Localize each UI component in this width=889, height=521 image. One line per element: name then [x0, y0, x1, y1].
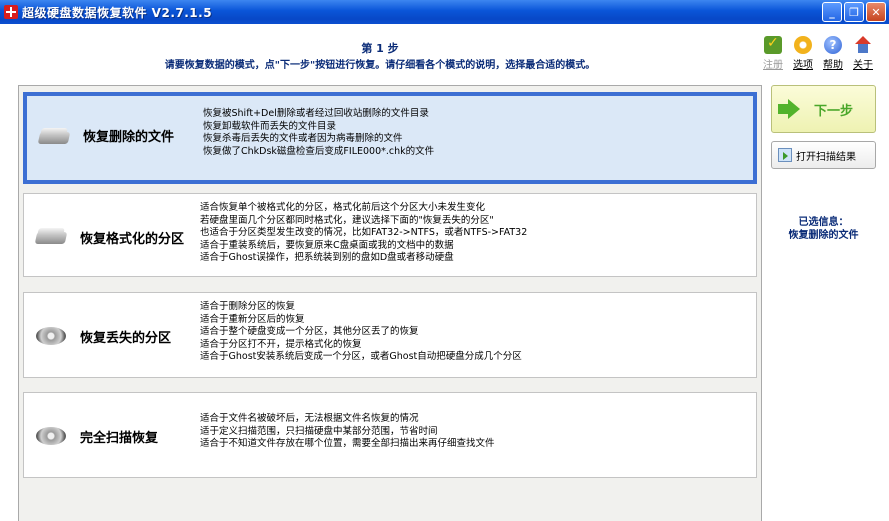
selected-info: 已选信息： 恢复删除的文件 — [771, 216, 876, 242]
description-line: 适合于Ghost安装系统后变成一个分区，或者Ghost自动把硬盘分成几个分区 — [200, 351, 522, 362]
register-label: 注册 — [763, 60, 783, 71]
selected-info-title: 已选信息： — [798, 217, 849, 228]
maximize-button[interactable]: ❐ — [844, 2, 864, 22]
mode-recover-lost-partition[interactable]: 恢复丢失的分区 适合于删除分区的恢复 适合于重新分区后的恢复 适合于整个硬盘变成… — [23, 292, 757, 378]
mode-name: 恢复格式化的分区 — [80, 232, 185, 247]
hard-disk-icon — [37, 126, 71, 148]
mode-recover-formatted[interactable]: 恢复格式化的分区 适合恢复单个被格式化的分区，格式化前后这个分区大小未发生变化 … — [23, 193, 757, 277]
description-line: 适合于分区打不开，提示格式化的恢复 — [200, 338, 362, 350]
about-home-icon — [854, 36, 872, 54]
mode-recover-deleted[interactable]: 恢复删除的文件 恢复被Shift+Del删除或者经过回收站删除的文件目录 恢复卸… — [23, 92, 757, 184]
action-panel: 下一步 打开扫描结果 已选信息： 恢复删除的文件 — [765, 85, 889, 521]
description-line: 适合于整个硬盘变成一个分区，其他分区丢了的恢复 — [200, 326, 419, 337]
mode-full-scan[interactable]: 完全扫描恢复 适合于文件名被破坏后，无法根据文件名恢复的情况 适于定义扫描范围，… — [23, 392, 757, 478]
window-controls: _ ❐ ✕ — [822, 2, 886, 22]
arrow-right-icon — [778, 99, 800, 119]
mode-description: 适合于删除分区的恢复 适合于重新分区后的恢复 适合于整个硬盘变成一个分区，其他分… — [200, 301, 522, 364]
description-line: 适合于Ghost误操作，把系统装到别的盘如D盘或者移动硬盘 — [200, 252, 454, 263]
next-step-button[interactable]: 下一步 — [771, 85, 876, 133]
open-scan-results-label: 打开扫描结果 — [796, 151, 856, 163]
mode-name: 恢复删除的文件 — [83, 130, 175, 145]
about-label: 关于 — [853, 60, 873, 71]
description-line: 适合于重新分区后的恢复 — [200, 313, 305, 325]
description-line: 恢复杀毒后丢失的文件或者因为病毒删除的文件 — [203, 133, 403, 144]
mode-name: 完全扫描恢复 — [80, 431, 159, 446]
mode-description: 适合恢复单个被格式化的分区，格式化前后这个分区大小未发生变化 若硬盘里面几个分区… — [200, 202, 527, 265]
help-icon: ? — [824, 36, 842, 54]
window-title: 超级硬盘数据恢复软件 V2.7.1.5 — [22, 5, 213, 20]
description-line: 适合于删除分区的恢复 — [200, 301, 296, 312]
minimize-button[interactable]: _ — [822, 2, 842, 22]
description-line: 适合于文件名被破坏后，无法根据文件名恢复的情况 — [200, 413, 419, 424]
app-icon — [4, 5, 18, 19]
hard-disk-platter-icon — [36, 325, 68, 347]
description-line: 适合于不知道文件存放在哪个位置，需要全部扫描出来再仔细查找文件 — [200, 438, 495, 449]
hard-disk-icon — [34, 226, 68, 248]
selected-info-value: 恢复删除的文件 — [788, 230, 859, 241]
mode-list: 恢复删除的文件 恢复被Shift+Del删除或者经过回收站删除的文件目录 恢复卸… — [18, 85, 762, 521]
hard-disk-platter-icon — [36, 425, 68, 447]
description-line: 适合恢复单个被格式化的分区，格式化前后这个分区大小未发生变化 — [200, 202, 486, 213]
mode-name: 恢复丢失的分区 — [80, 331, 172, 346]
mode-description: 恢复被Shift+Del删除或者经过回收站删除的文件目录 恢复卸载软件而丢失的文… — [203, 108, 434, 158]
toolbar: 注册 选项 ? 帮助 关于 — [761, 35, 875, 71]
options-label: 选项 — [793, 60, 813, 71]
title-bar: 超级硬盘数据恢复软件 V2.7.1.5 _ ❐ ✕ — [0, 0, 889, 24]
next-step-label: 下一步 — [814, 103, 854, 119]
description-line: 恢复做了ChkDsk磁盘检查后变成FILE000*.chk的文件 — [203, 145, 435, 157]
description-line: 恢复卸载软件而丢失的文件目录 — [203, 120, 337, 132]
mode-description: 适合于文件名被破坏后，无法根据文件名恢复的情况 适于定义扫描范围，只扫描硬盘中某… — [200, 413, 495, 451]
description-line: 也适合于分区类型发生改变的情况，比如FAT32->NTFS，或者NTFS->FA… — [200, 227, 528, 238]
open-scan-results-button[interactable]: 打开扫描结果 — [771, 141, 876, 169]
help-label: 帮助 — [823, 60, 843, 71]
step-instruction: 请要恢复数据的模式，点"下一步"按钮进行恢复。请仔细看各个模式的说明，选择最合适… — [164, 60, 596, 71]
step-title: 第 1 步 — [361, 42, 399, 55]
description-line: 适于定义扫描范围，只扫描硬盘中某部分范围，节省时间 — [200, 425, 438, 437]
description-line: 适合于重装系统后，要恢复原来C盘桌面或我的文档中的数据 — [200, 239, 454, 251]
header: 第 1 步 请要恢复数据的模式，点"下一步"按钮进行恢复。请仔细看各个模式的说明… — [0, 24, 889, 82]
register-button[interactable]: 注册 — [761, 35, 785, 71]
about-button[interactable]: 关于 — [851, 36, 875, 71]
open-file-icon — [778, 148, 792, 162]
help-button[interactable]: ? 帮助 — [821, 36, 845, 71]
close-button[interactable]: ✕ — [866, 2, 886, 22]
options-button[interactable]: 选项 — [791, 36, 815, 71]
description-line: 若硬盘里面几个分区都同时格式化，建议选择下面的"恢复丢失的分区" — [200, 214, 494, 226]
description-line: 恢复被Shift+Del删除或者经过回收站删除的文件目录 — [203, 108, 429, 119]
register-cart-icon — [764, 35, 782, 54]
options-gear-icon — [794, 36, 812, 54]
